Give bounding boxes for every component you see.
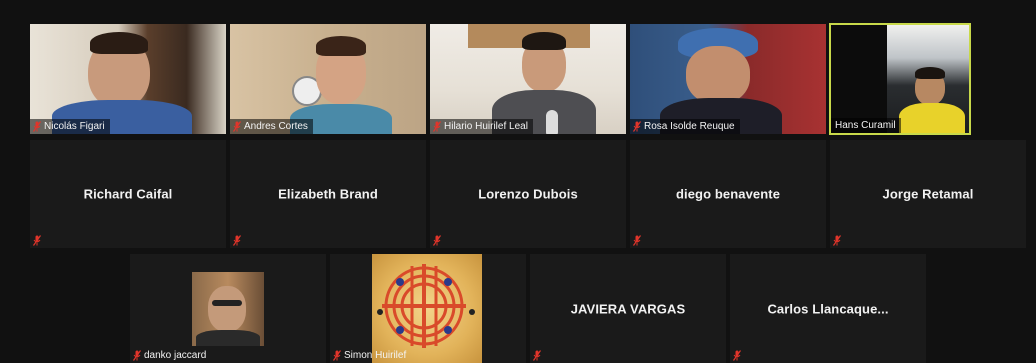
person-figure <box>686 46 750 104</box>
participant-tile[interactable]: diego benavente <box>630 140 826 248</box>
participant-video <box>192 272 264 346</box>
person-figure <box>208 286 246 332</box>
participant-video <box>430 24 626 134</box>
participant-tile[interactable]: Simon Huirilef <box>330 254 526 363</box>
participant-name-label <box>630 233 646 248</box>
participant-tile[interactable]: Richard Caifal <box>30 140 226 248</box>
microphone <box>546 110 558 134</box>
participant-video <box>372 254 482 363</box>
participant-name-label <box>30 233 46 248</box>
participant-name-label <box>830 233 846 248</box>
participant-video <box>30 24 226 134</box>
participant-display-name: Carlos Llancaque... <box>767 301 889 316</box>
muted-mic-icon <box>333 350 341 361</box>
participant-tile[interactable]: Nicolás Figari <box>30 24 226 134</box>
muted-mic-icon <box>133 350 141 361</box>
participant-display-name: Lorenzo Dubois <box>478 186 578 202</box>
muted-mic-icon <box>33 235 41 246</box>
participant-tile[interactable]: Hilario Huirilef Leal <box>430 24 626 134</box>
participant-name: Hans Curamil <box>835 120 896 131</box>
participant-tile[interactable]: Elizabeth Brand <box>230 140 426 248</box>
muted-mic-icon <box>433 235 441 246</box>
participant-display-name: Jorge Retamal <box>882 186 974 202</box>
participant-display-name: JAVIERA VARGAS <box>570 301 686 316</box>
participant-name: Nicolás Figari <box>44 121 105 132</box>
participant-name-label: Rosa Isolde Reuque <box>630 119 740 134</box>
participant-name-label: danko jaccard <box>130 348 211 363</box>
participant-tile[interactable]: Carlos Llancaque... <box>730 254 926 363</box>
participant-tile[interactable]: Rosa Isolde Reuque <box>630 24 826 134</box>
participant-video <box>230 24 426 134</box>
muted-mic-icon <box>633 235 641 246</box>
person-hair <box>316 36 366 56</box>
muted-mic-icon <box>633 121 641 132</box>
participant-tile-active-speaker[interactable]: Hans Curamil <box>829 23 971 135</box>
person-shirt <box>196 330 260 346</box>
participant-name: Simon Huirilef <box>344 350 407 361</box>
person-glasses <box>212 300 242 306</box>
kultrun-drum-image <box>377 264 475 348</box>
participant-name: Rosa Isolde Reuque <box>644 121 735 132</box>
participant-name-label: Andres Cortes <box>230 119 313 134</box>
participant-tile[interactable]: Lorenzo Dubois <box>430 140 626 248</box>
participant-tile[interactable]: Andres Cortes <box>230 24 426 134</box>
participant-tile[interactable]: Jorge Retamal <box>830 140 1026 248</box>
muted-mic-icon <box>433 121 441 132</box>
participant-display-name: Richard Caifal <box>83 186 173 202</box>
muted-mic-icon <box>833 235 841 246</box>
participant-name-label: Simon Huirilef <box>330 348 411 363</box>
participant-name-label <box>230 233 246 248</box>
participant-name-label <box>730 348 746 363</box>
participant-tile[interactable]: danko jaccard <box>130 254 326 363</box>
participant-name: Andres Cortes <box>244 121 308 132</box>
person-hair <box>90 32 148 54</box>
participant-name: danko jaccard <box>144 350 207 361</box>
muted-mic-icon <box>233 235 241 246</box>
muted-mic-icon <box>533 350 541 361</box>
muted-mic-icon <box>233 121 241 132</box>
gallery-view: Nicolás Figari Andres Cortes Hilario Hui… <box>0 0 1036 363</box>
person-shirt <box>899 103 965 133</box>
person-hair <box>915 67 945 79</box>
participant-name-label <box>530 348 546 363</box>
participant-video <box>630 24 826 134</box>
muted-mic-icon <box>33 121 41 132</box>
participant-display-name: diego benavente <box>675 186 781 202</box>
participant-name-label: Hilario Huirilef Leal <box>430 119 533 134</box>
participant-tile[interactable]: JAVIERA VARGAS <box>530 254 726 363</box>
participant-name-label: Nicolás Figari <box>30 119 110 134</box>
muted-mic-icon <box>733 350 741 361</box>
participant-name-label: Hans Curamil <box>831 118 901 133</box>
participant-name: Hilario Huirilef Leal <box>444 121 528 132</box>
person-hair <box>522 32 566 50</box>
participant-display-name: Elizabeth Brand <box>278 186 378 202</box>
participant-name-label <box>430 233 446 248</box>
